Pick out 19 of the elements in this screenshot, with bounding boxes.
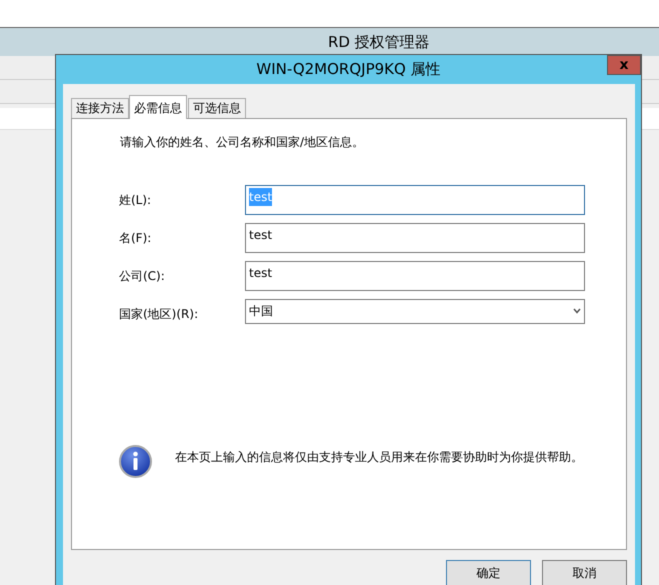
field-label: 国家(地区)(R): — [119, 306, 200, 323]
info-text: 在本页上输入的信息将仅由支持专业人员用来在你需要协助时为你提供帮助。 — [175, 448, 583, 466]
close-button[interactable]: x — [607, 55, 641, 75]
field-label: 公司(C): — [119, 268, 166, 285]
ok-button[interactable]: 确定 — [446, 560, 531, 585]
field-label: 名(F): — [119, 230, 152, 247]
info-icon — [119, 445, 152, 478]
input-field[interactable]: test — [245, 261, 585, 291]
window-title: RD 授权管理器 — [0, 28, 659, 56]
field-label: 姓(L): — [119, 192, 152, 209]
instruction-text: 请输入你的姓名、公司名称和国家/地区信息。 — [120, 134, 366, 151]
country-dropdown[interactable]: 中国 — [245, 298, 585, 324]
input-field[interactable]: test — [245, 223, 585, 253]
tab[interactable]: 连接方法 — [71, 98, 129, 118]
dialog-title: WIN-Q2MORQJP9KQ 属性 — [256, 60, 441, 78]
chevron-icon — [573, 308, 581, 314]
tab[interactable]: 可选信息 — [188, 98, 246, 118]
tab[interactable]: 必需信息 — [129, 95, 187, 119]
cancel-button[interactable]: 取消 — [542, 560, 627, 585]
